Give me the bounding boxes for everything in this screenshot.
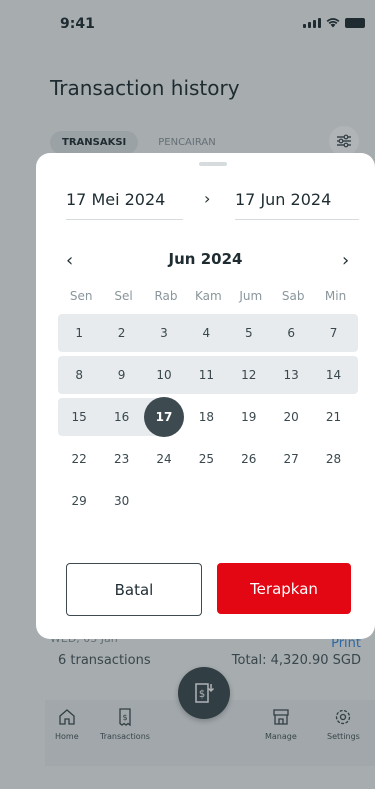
calendar-week: 22 23 24 25 26 27 28	[58, 438, 358, 480]
weekday-header: Sen Sel Rab Kam Jum Sab Min	[60, 289, 357, 303]
calendar-day-selected[interactable]: 17	[143, 396, 185, 438]
calendar-week: 15 16 17 18 19 20 21	[58, 396, 358, 438]
calendar-day[interactable]: 23	[100, 438, 142, 480]
prev-month-button[interactable]: ‹	[66, 250, 73, 271]
calendar-week: 1 2 3 4 5 6 7	[58, 312, 358, 354]
next-month-button[interactable]: ›	[342, 250, 349, 271]
calendar-day[interactable]: 11	[185, 354, 227, 396]
calendar-day[interactable]: 1	[58, 312, 100, 354]
calendar-day[interactable]: 27	[270, 438, 312, 480]
calendar-day[interactable]: 19	[228, 396, 270, 438]
calendar-day[interactable]: 6	[270, 312, 312, 354]
calendar-day[interactable]: 22	[58, 438, 100, 480]
weekday-label: Sab	[281, 289, 305, 303]
calendar-week: 8 9 10 11 12 13 14	[58, 354, 358, 396]
calendar-day[interactable]: 30	[100, 480, 142, 522]
calendar-day[interactable]: 12	[228, 354, 270, 396]
calendar-day[interactable]: 25	[185, 438, 227, 480]
calendar-week: 29 30	[58, 480, 358, 522]
range-arrow-icon: ›	[204, 189, 211, 208]
weekday-label: Sen	[69, 289, 93, 303]
calendar-day[interactable]: 13	[270, 354, 312, 396]
weekday-label: Rab	[154, 289, 178, 303]
cancel-button[interactable]: Batal	[66, 563, 202, 616]
calendar-day[interactable]: 28	[312, 438, 354, 480]
calendar-day[interactable]: 5	[228, 312, 270, 354]
phone-screen: 9:41 Transaction history TRANSAKSI PENCA…	[0, 0, 375, 789]
apply-button[interactable]: Terapkan	[217, 563, 351, 614]
date-range-sheet: 17 Mei 2024 › 17 Jun 2024 Jun 2024 ‹ › S…	[36, 153, 375, 639]
sheet-handle[interactable]	[199, 162, 227, 166]
weekday-label: Sel	[114, 289, 133, 303]
end-date-field[interactable]: 17 Jun 2024	[235, 190, 359, 220]
calendar-day[interactable]: 10	[143, 354, 185, 396]
calendar-day[interactable]: 29	[58, 480, 100, 522]
calendar-day[interactable]: 14	[312, 354, 354, 396]
calendar-grid: 1 2 3 4 5 6 7 8 9 10 11 12 13 14 15 16 1…	[58, 312, 358, 522]
calendar-day[interactable]: 15	[58, 396, 100, 438]
calendar-day[interactable]: 26	[228, 438, 270, 480]
calendar-day[interactable]: 20	[270, 396, 312, 438]
start-date-field[interactable]: 17 Mei 2024	[66, 190, 183, 220]
calendar-day[interactable]: 3	[143, 312, 185, 354]
calendar-day[interactable]: 7	[312, 312, 354, 354]
calendar-day[interactable]: 18	[185, 396, 227, 438]
weekday-label: Kam	[195, 289, 222, 303]
calendar-day[interactable]: 21	[312, 396, 354, 438]
calendar-day[interactable]: 16	[100, 396, 142, 438]
calendar-day[interactable]: 24	[143, 438, 185, 480]
month-label: Jun 2024	[168, 250, 243, 268]
weekday-label: Jum	[239, 289, 263, 303]
weekday-label: Min	[324, 289, 347, 303]
calendar-day[interactable]: 9	[100, 354, 142, 396]
calendar-day[interactable]: 8	[58, 354, 100, 396]
calendar-day[interactable]: 4	[185, 312, 227, 354]
calendar-day[interactable]: 2	[100, 312, 142, 354]
